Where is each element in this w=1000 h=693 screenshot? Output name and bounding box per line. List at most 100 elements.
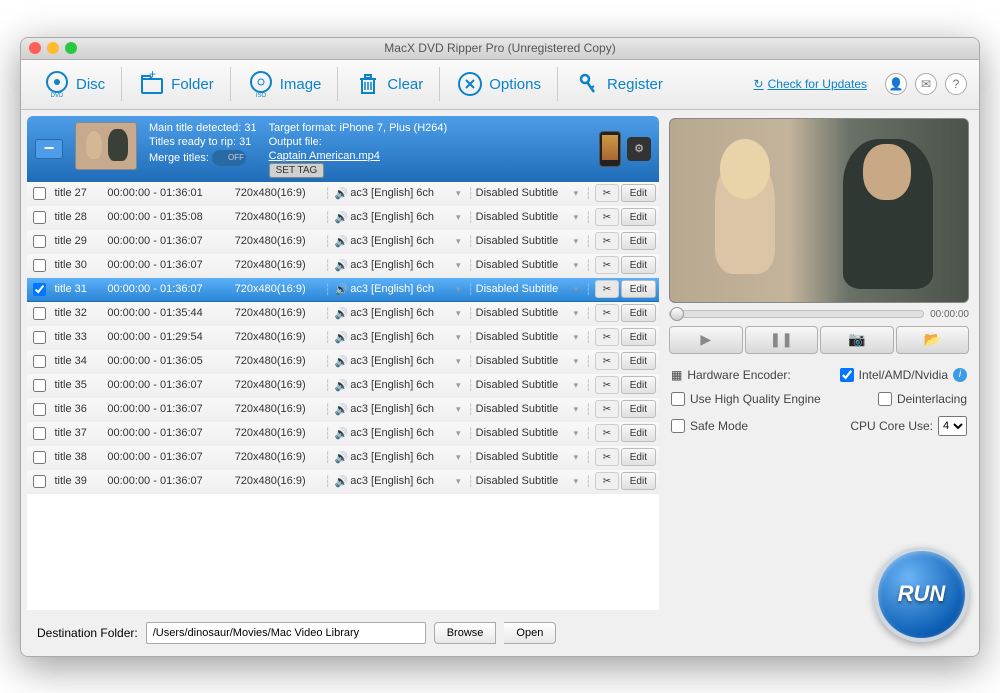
image-button[interactable]: ISO Image bbox=[237, 66, 332, 102]
audio-dropdown[interactable]: ▾ bbox=[456, 428, 466, 439]
subtitle-dropdown[interactable]: ▾ bbox=[574, 284, 584, 295]
title-row[interactable]: title 3800:00:00 - 01:36:07720x480(16:9)… bbox=[27, 446, 659, 470]
edit-button[interactable]: Edit bbox=[621, 256, 656, 274]
subtitle-dropdown[interactable]: ▾ bbox=[574, 188, 584, 199]
audio-dropdown[interactable]: ▾ bbox=[456, 380, 466, 391]
subtitle-dropdown[interactable]: ▾ bbox=[574, 260, 584, 271]
title-checkbox[interactable] bbox=[33, 187, 46, 200]
hq-engine-option[interactable]: Use High Quality Engine bbox=[671, 392, 821, 406]
title-row[interactable]: title 3700:00:00 - 01:36:07720x480(16:9)… bbox=[27, 422, 659, 446]
edit-button[interactable]: Edit bbox=[621, 472, 656, 490]
edit-button[interactable]: Edit bbox=[621, 280, 656, 298]
edit-button[interactable]: Edit bbox=[621, 448, 656, 466]
title-checkbox[interactable] bbox=[33, 331, 46, 344]
minimize-icon[interactable] bbox=[47, 42, 59, 54]
account-button[interactable]: 👤 bbox=[885, 73, 907, 95]
title-row[interactable]: title 3300:00:00 - 01:29:54720x480(16:9)… bbox=[27, 326, 659, 350]
audio-dropdown[interactable]: ▾ bbox=[456, 452, 466, 463]
title-checkbox[interactable] bbox=[33, 211, 46, 224]
disc-button[interactable]: DVD Disc bbox=[33, 66, 115, 102]
trim-button[interactable]: ✂ bbox=[595, 448, 619, 466]
title-checkbox[interactable] bbox=[33, 355, 46, 368]
edit-button[interactable]: Edit bbox=[621, 400, 656, 418]
title-checkbox[interactable] bbox=[33, 475, 46, 488]
clear-button[interactable]: Clear bbox=[344, 66, 433, 102]
trim-button[interactable]: ✂ bbox=[595, 424, 619, 442]
cpu-core-select[interactable]: 4 bbox=[938, 416, 967, 436]
audio-dropdown[interactable]: ▾ bbox=[456, 308, 466, 319]
title-row[interactable]: title 3400:00:00 - 01:36:05720x480(16:9)… bbox=[27, 350, 659, 374]
subtitle-dropdown[interactable]: ▾ bbox=[574, 380, 584, 391]
subtitle-dropdown[interactable]: ▾ bbox=[574, 476, 584, 487]
maximize-icon[interactable] bbox=[65, 42, 77, 54]
audio-dropdown[interactable]: ▾ bbox=[456, 356, 466, 367]
help-button[interactable]: ? bbox=[945, 73, 967, 95]
open-button[interactable]: Open bbox=[504, 622, 556, 644]
subtitle-dropdown[interactable]: ▾ bbox=[574, 236, 584, 247]
deinterlacing-checkbox[interactable] bbox=[878, 392, 892, 406]
audio-dropdown[interactable]: ▾ bbox=[456, 236, 466, 247]
safe-mode-checkbox[interactable] bbox=[671, 419, 685, 433]
title-row[interactable]: title 3900:00:00 - 01:36:07720x480(16:9)… bbox=[27, 470, 659, 494]
subtitle-dropdown[interactable]: ▾ bbox=[574, 428, 584, 439]
destination-input[interactable] bbox=[146, 622, 426, 644]
run-button[interactable]: RUN bbox=[874, 547, 969, 642]
subtitle-dropdown[interactable]: ▾ bbox=[574, 356, 584, 367]
subtitle-dropdown[interactable]: ▾ bbox=[574, 212, 584, 223]
snapshot-button[interactable]: 📷 bbox=[820, 326, 894, 354]
mail-button[interactable]: ✉ bbox=[915, 73, 937, 95]
audio-dropdown[interactable]: ▾ bbox=[456, 212, 466, 223]
open-folder-button[interactable]: 📂 bbox=[896, 326, 970, 354]
subtitle-dropdown[interactable]: ▾ bbox=[574, 308, 584, 319]
options-button[interactable]: Options bbox=[446, 66, 551, 102]
trim-button[interactable]: ✂ bbox=[595, 376, 619, 394]
titles-list[interactable]: title 2700:00:00 - 01:36:01720x480(16:9)… bbox=[27, 182, 659, 610]
edit-button[interactable]: Edit bbox=[621, 184, 656, 202]
title-checkbox[interactable] bbox=[33, 451, 46, 464]
play-button[interactable]: ▶ bbox=[669, 326, 743, 354]
title-checkbox[interactable] bbox=[33, 235, 46, 248]
title-row[interactable]: title 3100:00:00 - 01:36:07720x480(16:9)… bbox=[27, 278, 659, 302]
edit-button[interactable]: Edit bbox=[621, 328, 656, 346]
merge-toggle[interactable] bbox=[212, 150, 246, 166]
title-checkbox[interactable] bbox=[33, 403, 46, 416]
trim-button[interactable]: ✂ bbox=[595, 472, 619, 490]
register-button[interactable]: Register bbox=[564, 66, 673, 102]
edit-button[interactable]: Edit bbox=[621, 352, 656, 370]
audio-dropdown[interactable]: ▾ bbox=[456, 476, 466, 487]
timeline-track[interactable] bbox=[669, 310, 924, 318]
format-settings-button[interactable]: ⚙ bbox=[627, 137, 651, 161]
title-row[interactable]: title 2900:00:00 - 01:36:07720x480(16:9)… bbox=[27, 230, 659, 254]
title-row[interactable]: title 3200:00:00 - 01:35:44720x480(16:9)… bbox=[27, 302, 659, 326]
audio-dropdown[interactable]: ▾ bbox=[456, 332, 466, 343]
title-checkbox[interactable] bbox=[33, 427, 46, 440]
audio-dropdown[interactable]: ▾ bbox=[456, 284, 466, 295]
trim-button[interactable]: ✂ bbox=[595, 256, 619, 274]
audio-dropdown[interactable]: ▾ bbox=[456, 188, 466, 199]
title-row[interactable]: title 2700:00:00 - 01:36:01720x480(16:9)… bbox=[27, 182, 659, 206]
subtitle-dropdown[interactable]: ▾ bbox=[574, 452, 584, 463]
title-checkbox[interactable] bbox=[33, 283, 46, 296]
audio-dropdown[interactable]: ▾ bbox=[456, 260, 466, 271]
audio-dropdown[interactable]: ▾ bbox=[456, 404, 466, 415]
set-tag-button[interactable]: SET TAG bbox=[269, 163, 325, 178]
title-row[interactable]: title 3600:00:00 - 01:36:07720x480(16:9)… bbox=[27, 398, 659, 422]
hw-encoder-checkbox[interactable] bbox=[840, 368, 854, 382]
deinterlacing-option[interactable]: Deinterlacing bbox=[878, 392, 967, 406]
title-checkbox[interactable] bbox=[33, 259, 46, 272]
trim-button[interactable]: ✂ bbox=[595, 232, 619, 250]
safe-mode-option[interactable]: Safe Mode bbox=[671, 419, 748, 433]
pause-button[interactable]: ❚❚ bbox=[745, 326, 819, 354]
hq-engine-checkbox[interactable] bbox=[671, 392, 685, 406]
edit-button[interactable]: Edit bbox=[621, 304, 656, 322]
subtitle-dropdown[interactable]: ▾ bbox=[574, 404, 584, 415]
trim-button[interactable]: ✂ bbox=[595, 352, 619, 370]
trim-button[interactable]: ✂ bbox=[595, 304, 619, 322]
edit-button[interactable]: Edit bbox=[621, 424, 656, 442]
info-icon[interactable]: i bbox=[953, 368, 967, 382]
title-checkbox[interactable] bbox=[33, 307, 46, 320]
folder-button[interactable]: + Folder bbox=[128, 66, 224, 102]
title-checkbox[interactable] bbox=[33, 379, 46, 392]
title-row[interactable]: title 3000:00:00 - 01:36:07720x480(16:9)… bbox=[27, 254, 659, 278]
trim-button[interactable]: ✂ bbox=[595, 328, 619, 346]
